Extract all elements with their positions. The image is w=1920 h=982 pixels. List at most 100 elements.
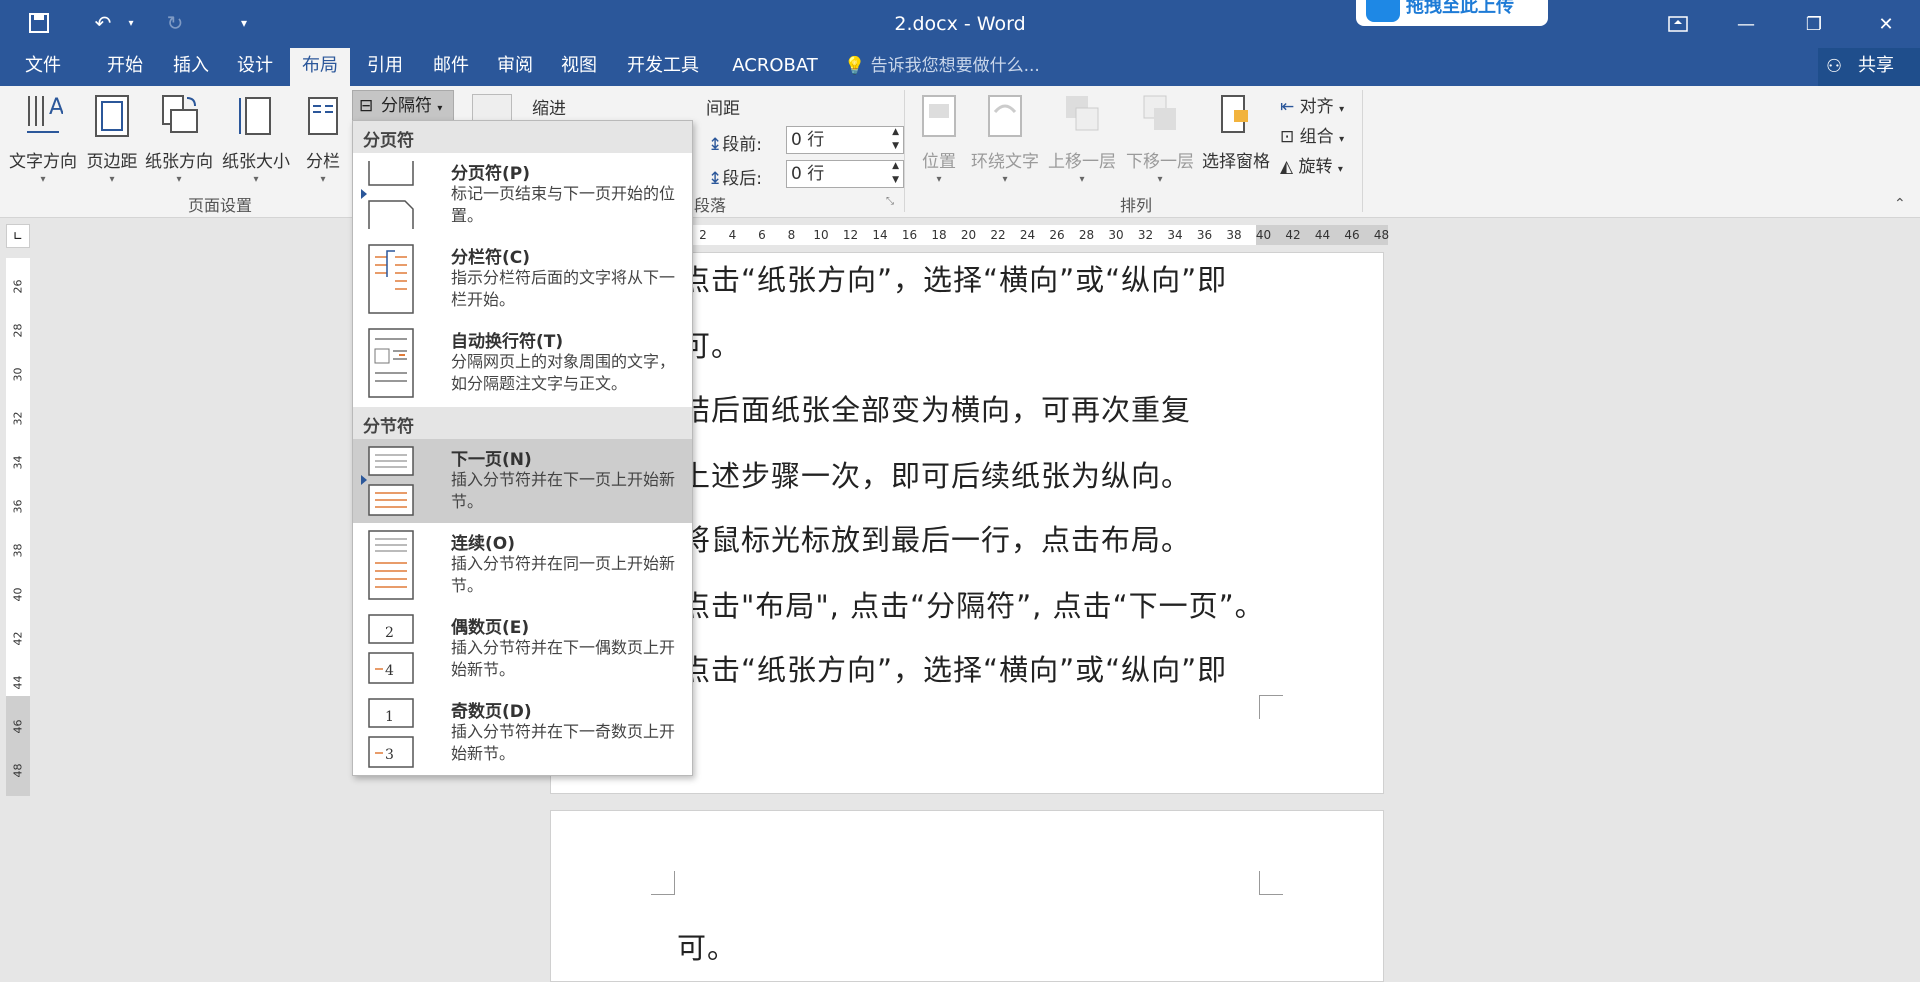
chevron-down-icon: ▾ bbox=[1339, 104, 1345, 115]
ruler-tick-label: 40 bbox=[11, 587, 25, 602]
doc-line[interactable]: 点击“纸张方向”，选择“横向”或“纵向”即 bbox=[681, 647, 1227, 689]
ribbon-display-icon[interactable] bbox=[1644, 0, 1712, 48]
menu-item-odd-page[interactable]: 13 奇数页(D) 插入分节符并在下一奇数页上开始新节。 bbox=[353, 691, 692, 775]
svg-text:3: 3 bbox=[385, 747, 394, 763]
tab-file[interactable]: 文件 bbox=[10, 48, 76, 86]
text-direction-button[interactable]: A 文字方向 ▾ bbox=[4, 92, 82, 185]
menu-item-desc: 插入分节符并在下一页上开始新节。 bbox=[451, 470, 676, 511]
group-button[interactable]: ⊡ 组合 ▾ bbox=[1280, 122, 1344, 147]
menu-item-desc: 指示分栏符后面的文字将从下一栏开始。 bbox=[451, 268, 676, 309]
menu-item-title: 奇数页(D) bbox=[451, 702, 532, 722]
doc-line[interactable]: 点击“纸张方向”，选择“横向”或“纵向”即 bbox=[681, 257, 1227, 299]
align-button[interactable]: ⇤ 对齐 ▾ bbox=[1280, 92, 1344, 117]
collapse-ribbon-icon[interactable]: ⌃ bbox=[1894, 196, 1910, 212]
paragraph-launcher-icon[interactable]: ⤡ bbox=[886, 196, 894, 207]
columns-button[interactable]: 分栏 ▾ bbox=[298, 92, 348, 185]
spacing-before-input[interactable]: 0 行 ▲ ▼ bbox=[786, 126, 904, 154]
breaks-button[interactable]: ⊟ 分隔符 ▾ bbox=[352, 90, 454, 122]
tab-layout[interactable]: 布局 bbox=[290, 48, 350, 86]
ruler-tick-label: 44 bbox=[1314, 228, 1331, 242]
spacing-after-icon: ↨ bbox=[708, 169, 723, 189]
tab-references[interactable]: 引用 bbox=[352, 48, 418, 86]
ruler-tick-label: 38 bbox=[1226, 228, 1242, 242]
ribbon: A 文字方向 ▾ 页边距 ▾ 纸张方向 ▾ 纸张大小 ▾ 分栏 ▾ 页面设置 缩… bbox=[0, 86, 1920, 218]
tab-selector[interactable]: ∟ bbox=[6, 224, 30, 248]
lightbulb-icon: 💡 bbox=[844, 56, 866, 76]
menu-item-next-page[interactable]: 下一页(N) 插入分节符并在下一页上开始新节。 bbox=[353, 439, 692, 523]
wrap-text-label: 环绕文字 bbox=[971, 152, 1039, 172]
ruler-tick-label: 42 bbox=[1285, 228, 1301, 242]
menu-item-column-break[interactable]: 分栏符(C) 指示分栏符后面的文字将从下一栏开始。 bbox=[353, 237, 692, 321]
vertical-ruler[interactable]: 26 28 30 32 34 36 38 40 42 44 46 48 bbox=[6, 258, 30, 796]
margins-button[interactable]: 页边距 ▾ bbox=[80, 92, 144, 185]
ruler-tick-label: 34 bbox=[1167, 228, 1183, 242]
chevron-down-icon: ▾ bbox=[936, 174, 942, 185]
spacing-after-input[interactable]: 0 行 ▲ ▼ bbox=[786, 160, 904, 188]
size-button[interactable]: 纸张大小 ▾ bbox=[216, 92, 296, 185]
menu-item-text-wrapping-break[interactable]: 自动换行符(T) 分隔网页上的对象周围的文字，如分隔题注文字与正文。 bbox=[353, 321, 692, 405]
page-size-icon bbox=[239, 97, 271, 135]
wrap-text-button[interactable]: 环绕文字 ▾ bbox=[968, 92, 1042, 185]
spinner-arrows-icon[interactable]: ▲ ▼ bbox=[892, 159, 899, 187]
minimize-button[interactable]: — bbox=[1712, 0, 1780, 48]
position-button[interactable]: 位置 ▾ bbox=[910, 92, 968, 185]
align-icon: ⇤ bbox=[1280, 97, 1295, 117]
tab-mailings[interactable]: 邮件 bbox=[418, 48, 484, 86]
menu-item-continuous[interactable]: 连续(O) 插入分节符并在同一页上开始新节。 bbox=[353, 523, 692, 607]
doc-line[interactable]: 结后面纸张全部变为横向，可再次重复 bbox=[681, 387, 1191, 429]
send-backward-button[interactable]: 下移一层 ▾ bbox=[1122, 92, 1198, 185]
margins-label: 页边距 bbox=[86, 152, 138, 172]
tab-acrobat[interactable]: ACROBAT bbox=[720, 48, 830, 86]
horizontal-ruler[interactable]: 2 4 6 8 10 12 14 16 18 20 22 24 26 28 30 32 34 36 38 40 42 44… bbox=[0, 218, 1920, 252]
page-setup-group-label: 页面设置 bbox=[187, 196, 252, 215]
doc-line[interactable]: 可。 bbox=[677, 925, 737, 967]
spacing-after-value: 0 行 bbox=[791, 164, 825, 184]
chevron-down-icon: ▾ bbox=[437, 103, 443, 114]
doc-line[interactable]: 将鼠标光标放到最后一行，点击布局。 bbox=[681, 517, 1191, 559]
tab-developer[interactable]: 开发工具 bbox=[618, 48, 708, 86]
ruler-tick-label: 26 bbox=[1049, 228, 1065, 242]
orientation-icon bbox=[162, 95, 198, 133]
group-separator bbox=[904, 90, 905, 212]
rotate-button[interactable]: ◭ 旋转 ▾ bbox=[1280, 152, 1343, 177]
title-bar: ↶ ▾ ↻ ▾ 2.docx - Word 拖拽至此上传 — ❐ ✕ bbox=[0, 0, 1920, 48]
menu-item-page-break[interactable]: 分页符(P) 标记一页结束与下一页开始的位置。 bbox=[353, 153, 692, 237]
person-icon: ⚇ bbox=[1826, 56, 1843, 77]
document-page-2[interactable]: 可。 bbox=[550, 810, 1384, 982]
size-label: 纸张大小 bbox=[222, 152, 290, 172]
upload-badge[interactable]: 拖拽至此上传 bbox=[1356, 0, 1548, 26]
selection-pane-icon bbox=[1221, 95, 1248, 133]
tab-insert[interactable]: 插入 bbox=[158, 48, 224, 86]
restore-button[interactable]: ❐ bbox=[1780, 0, 1848, 48]
continuous-icon bbox=[368, 530, 414, 600]
bring-forward-button[interactable]: 上移一层 ▾ bbox=[1044, 92, 1120, 185]
spacing-before-value: 0 行 bbox=[791, 130, 825, 150]
spacing-before-label: 段前: bbox=[722, 135, 762, 155]
ruler-tick-label: 10 bbox=[813, 228, 829, 242]
tab-design[interactable]: 设计 bbox=[222, 48, 288, 86]
close-button[interactable]: ✕ bbox=[1852, 0, 1920, 48]
margins-icon bbox=[95, 95, 129, 137]
orientation-button[interactable]: 纸张方向 ▾ bbox=[142, 92, 216, 185]
tell-me-box[interactable]: 💡 告诉我您想要做什么... bbox=[844, 48, 1040, 86]
spacing-label: 间距 bbox=[706, 99, 740, 119]
doc-line[interactable]: 上述步骤一次，即可后续纸张为纵向。 bbox=[681, 453, 1191, 495]
ruler-tick-label: 28 bbox=[1078, 228, 1095, 242]
spinner-arrows-icon[interactable]: ▲ ▼ bbox=[892, 125, 899, 153]
spacing-before-row: ↨段前: 0 行 ▲ ▼ bbox=[708, 126, 908, 155]
window-title: 2.docx - Word bbox=[894, 13, 1026, 35]
selection-pane-button[interactable]: 选择窗格 bbox=[1198, 92, 1274, 172]
tab-view[interactable]: 视图 bbox=[546, 48, 612, 86]
doc-line[interactable]: 点击"布局", 点击“分隔符”, 点击“下一页”。 bbox=[681, 583, 1265, 625]
menu-item-desc: 分隔网页上的对象周围的文字，如分隔题注文字与正文。 bbox=[451, 352, 676, 393]
chevron-down-icon: ▾ bbox=[253, 174, 259, 185]
tab-home[interactable]: 开始 bbox=[92, 48, 158, 86]
menu-item-even-page[interactable]: 24 偶数页(E) 插入分节符并在下一偶数页上开始新节。 bbox=[353, 607, 692, 691]
wrap-text-icon bbox=[988, 95, 1022, 137]
menu-item-title: 自动换行符(T) bbox=[451, 332, 564, 352]
tab-review[interactable]: 审阅 bbox=[482, 48, 548, 86]
chevron-down-icon: ▾ bbox=[1339, 134, 1345, 145]
breaks-menu: 分页符 分页符(P) 标记一页结束与下一页开始的位置。 分栏符(C) 指示分栏符… bbox=[352, 120, 693, 776]
rotate-label: 旋转 bbox=[1298, 157, 1333, 177]
group-separator bbox=[1362, 90, 1363, 212]
